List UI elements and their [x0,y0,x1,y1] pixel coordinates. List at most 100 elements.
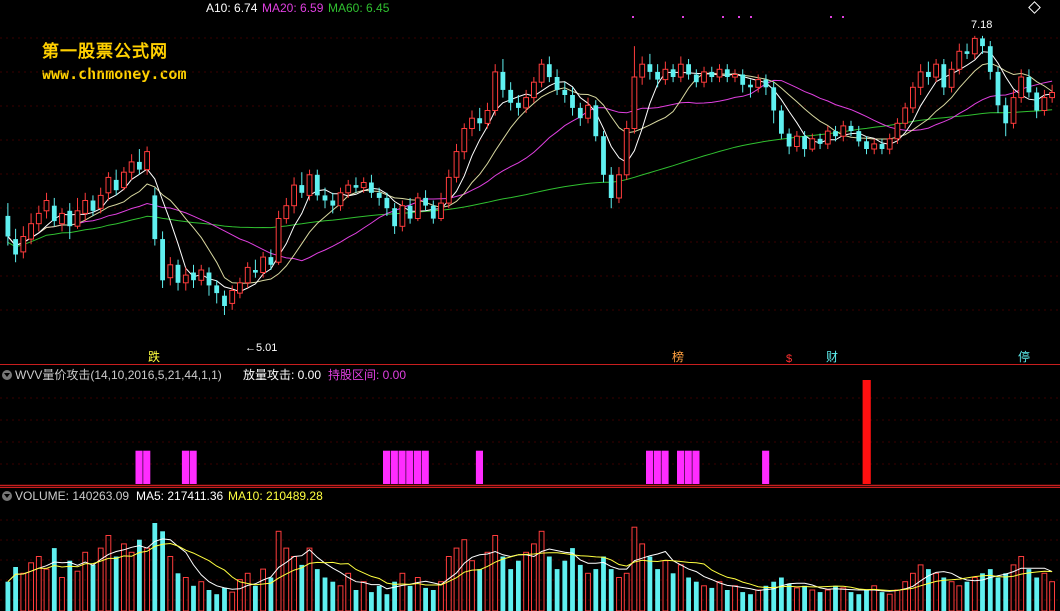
candle-body [724,69,730,77]
candle-body [152,195,158,240]
candle-body [917,71,924,88]
candle-body [616,174,622,199]
candle-body [779,110,784,134]
ma20-line [7,79,1053,262]
candle-body [840,125,847,137]
candle-body [987,46,993,72]
volume-bar [182,577,189,611]
volume-bar [771,581,777,611]
candle-body [90,200,96,211]
candle-body [608,174,614,198]
candle-body [886,138,893,150]
candle-body [198,269,205,281]
volume-bar [508,569,514,611]
candle-body [244,266,251,284]
candle-body [469,117,475,129]
candle-body [237,282,243,294]
volume-bar [856,594,862,611]
indicator-bar [677,450,685,484]
volume-bar [330,581,336,611]
volume-bar [608,569,614,611]
signal-dot [682,16,684,18]
volume-bar [337,585,344,611]
candle-body [585,104,591,119]
candle-body [794,135,800,147]
indicator-bar [661,450,669,484]
volume-bar [59,577,65,611]
candle-body [516,102,521,108]
volume-bar [35,556,42,611]
candle-body [414,197,421,219]
volume-bar [817,592,823,611]
volume-bar [677,564,684,611]
candle-body [980,38,985,47]
volume-bar [314,569,320,611]
volume-bar [113,556,119,611]
candle-body [740,74,746,85]
candle-body [144,151,150,171]
volume-bar [1041,572,1048,611]
volume-bar [585,572,591,611]
candle-body [523,97,530,109]
candle-body [508,89,514,103]
volume-bar [244,572,251,611]
candle-body [971,37,978,55]
candle-body [206,272,212,286]
candle-body [167,264,174,279]
volume-bar [299,564,305,611]
candle-body [948,68,955,88]
candle-body [1010,97,1017,124]
volume-bar [82,551,89,611]
volume-bar [593,569,599,611]
candle-body [59,212,65,225]
candle-body [570,95,575,108]
volume-bar [160,531,165,611]
candle-body [1018,76,1025,99]
candle-body [562,89,568,95]
volume-bar [948,581,955,611]
volume-bar [121,543,127,611]
candle-body [492,71,499,111]
volume-bar [786,583,792,611]
candle-body [438,202,444,220]
volume-bar [554,569,560,611]
candle-body [13,239,18,255]
candle-body [864,141,869,149]
volume-bar [43,568,50,611]
volume-bar [616,577,622,611]
volume-bar [322,577,328,611]
volume-bar [933,572,940,611]
candle-body [554,77,560,90]
candle-body [322,195,328,201]
indicator-bar [414,450,422,484]
volume-bar [206,590,212,611]
volume-bar [1034,577,1040,611]
volume-bar [546,556,552,611]
candle-body [291,184,298,207]
candle-body [275,218,282,263]
candle-body [160,239,165,281]
volume-bar [237,579,243,611]
chart-canvas[interactable] [0,0,1060,611]
candle-body [848,125,854,131]
volume-bar [794,587,800,611]
candle-body [453,151,460,178]
candle-body [693,74,699,83]
volume-bar [51,548,57,611]
volume-bar [477,569,483,611]
indicator-bar [143,450,151,484]
indicator-bar [653,450,661,484]
candle-body [337,192,344,207]
volume-bar [670,573,676,611]
volume-bar [523,551,530,611]
indicator-bar [646,450,654,484]
candle-body [105,176,112,194]
volume-bar [137,539,142,611]
volume-bar [995,577,1001,611]
volume-bar [399,572,406,611]
candle-body [623,128,630,176]
volume-bar [214,594,220,611]
volume-bar [369,592,374,611]
candle-body [655,71,660,80]
candle-body [1003,105,1009,124]
